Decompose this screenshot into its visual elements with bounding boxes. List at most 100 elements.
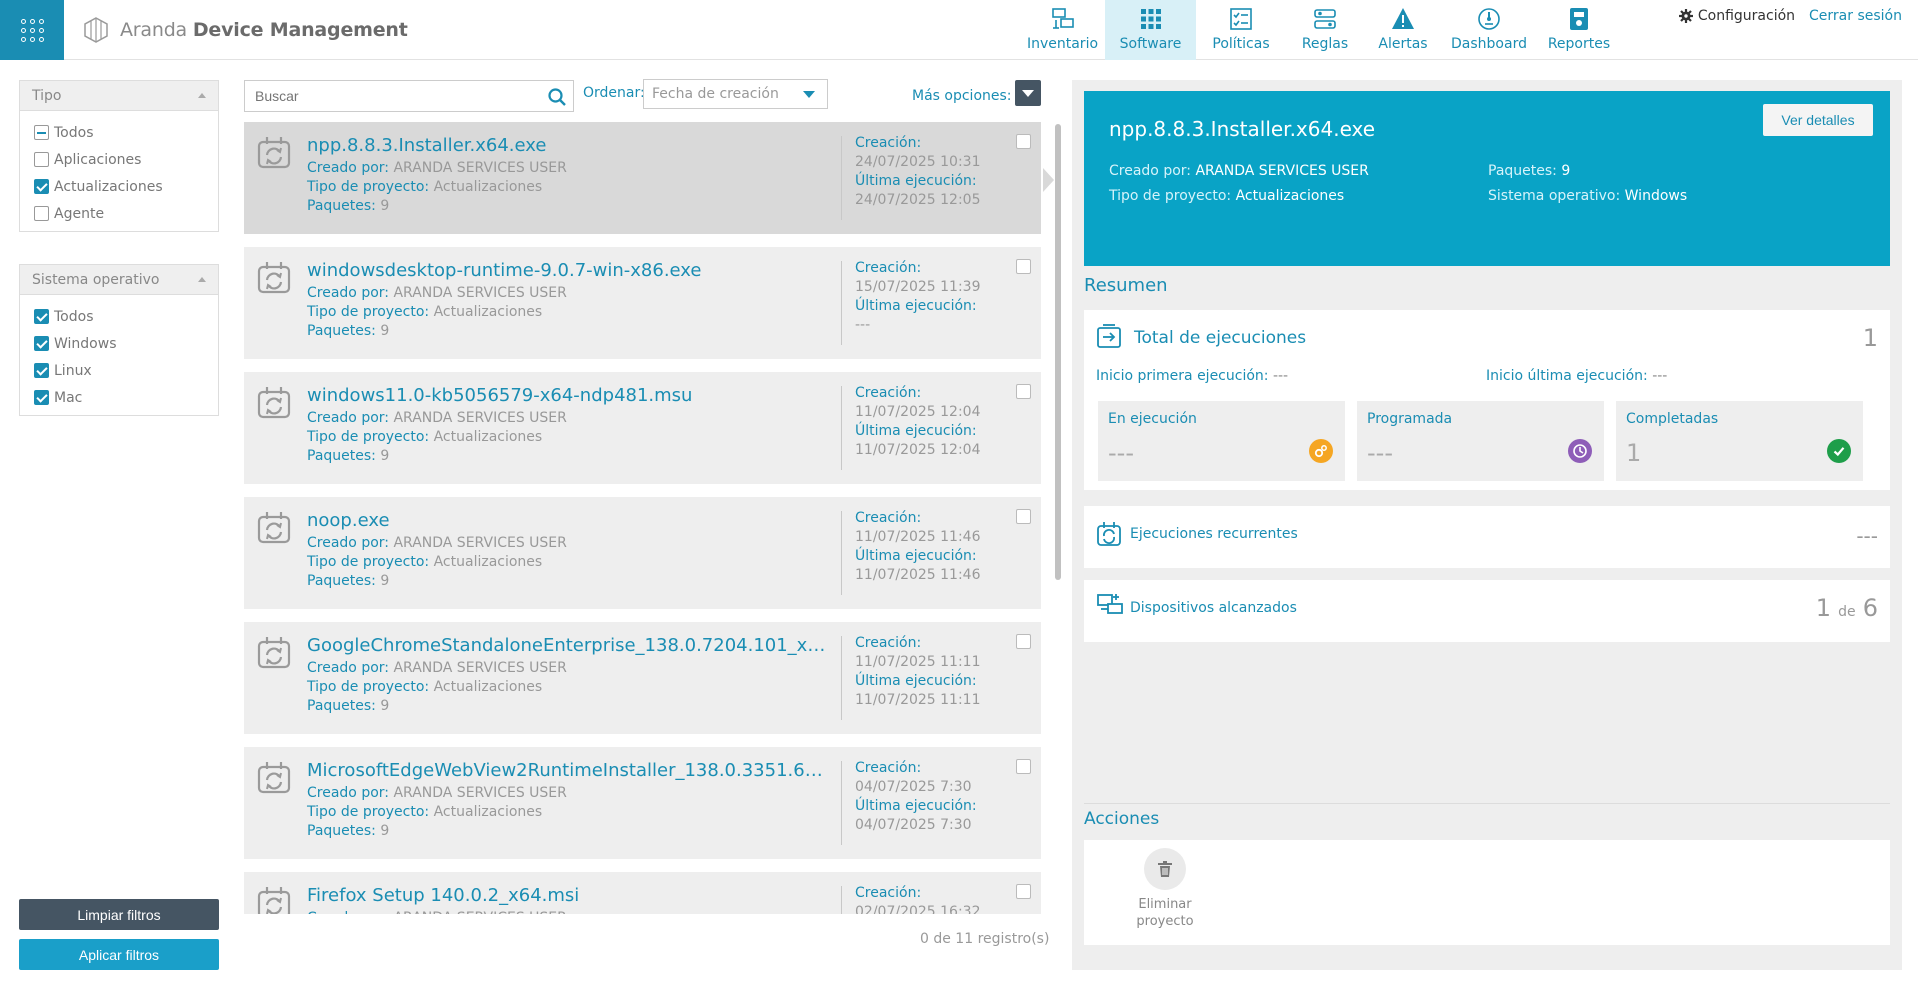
records-count: 0 de 11 registro(s) [920,931,1050,947]
nav-dashboard[interactable]: Dashboard [1442,0,1536,60]
checkbox[interactable] [34,309,49,324]
total-executions-label: Total de ejecuciones [1134,328,1307,348]
checkbox-label: Aplicaciones [54,151,142,168]
project-checkbox[interactable] [1016,884,1031,899]
nav-inventario[interactable]: Inventario [1020,0,1105,60]
app-launcher-button[interactable] [0,0,64,60]
project-card[interactable]: npp.8.8.3.Installer.x64.exe Creado por: A… [244,122,1041,234]
report-icon [1570,8,1588,30]
project-name[interactable]: npp.8.8.3.Installer.x64.exe [307,135,546,156]
delete-project-action[interactable]: Eliminar proyecto [1120,848,1210,930]
nav-reportes[interactable]: Reportes [1536,0,1622,60]
project-name[interactable]: Firefox Setup 140.0.2_x64.msi [307,885,579,906]
order-label: Ordenar: [583,85,645,101]
chevron-down-icon [803,91,815,98]
project-card[interactable]: MicrosoftEdgeWebView2RuntimeInstaller_13… [244,747,1041,859]
filter-so-list: Todos Windows Linux Mac [20,295,218,415]
logout-link[interactable]: Cerrar sesión [1809,8,1902,24]
project-name[interactable]: windows11.0-kb5056579-x64-ndp481.msu [307,385,692,406]
detail-title: npp.8.8.3.Installer.x64.exe [1109,117,1376,141]
apps-grid-icon [20,18,44,42]
project-checkbox[interactable] [1016,759,1031,774]
project-card[interactable]: noop.exe Creado por: ARANDA SERVICES USER… [244,497,1041,609]
collapse-icon [198,93,206,98]
summary-title: Resumen [1084,275,1168,296]
check-circle-icon [1827,439,1851,463]
filter-so: Sistema operativo Todos Windows Linux Mac [19,264,219,416]
checkbox[interactable] [34,179,49,194]
checkbox-label: Todos [54,124,94,141]
filter-tipo-list: Todos Aplicaciones Actualizaciones Agente [20,111,218,231]
nav-alertas[interactable]: Alertas [1364,0,1442,60]
last-exec: Inicio última ejecución: --- [1486,368,1668,384]
project-name[interactable]: noop.exe [307,510,390,531]
checkbox[interactable] [34,363,49,378]
checkbox[interactable] [34,336,49,351]
checkbox[interactable] [34,125,49,140]
project-name[interactable]: MicrosoftEdgeWebView2RuntimeInstaller_13… [307,760,827,781]
project-card[interactable]: Firefox Setup 140.0.2_x64.msi Creado por:… [244,872,1041,914]
recurring-update-icon [256,759,292,795]
project-name[interactable]: GoogleChromeStandaloneEnterprise_138.0.7… [307,635,827,656]
project-checkbox[interactable] [1016,259,1031,274]
filter-option-linux[interactable]: Linux [34,357,204,384]
filter-option-aplicaciones[interactable]: Aplicaciones [34,146,204,173]
filter-option-todos[interactable]: Todos [34,303,204,330]
top-header: Aranda Device Management Inventario Soft… [0,0,1918,60]
grid-icon [1140,9,1161,29]
project-type: Tipo de proyecto: Actualizaciones [307,679,543,695]
brand-logo[interactable]: Aranda Device Management [82,14,408,46]
more-options-button[interactable] [1015,80,1041,106]
apply-filters-button[interactable]: Aplicar filtros [19,939,219,970]
project-card[interactable]: windows11.0-kb5056579-x64-ndp481.msu Crea… [244,372,1041,484]
checklist-icon [1230,8,1252,30]
main-nav: Inventario Software Políticas Reglas Ale… [1020,0,1622,60]
stat-scheduled: Programada --- [1357,401,1604,481]
order-select[interactable]: Fecha de creación [643,79,828,109]
project-name[interactable]: windowsdesktop-runtime-9.0.7-win-x86.exe [307,260,701,281]
execution-icon [1097,324,1121,348]
actions-box: Eliminar proyecto [1084,840,1890,945]
project-dates: Creación: 11/07/2025 12:04 Última ejecució… [855,385,981,458]
filter-option-agente[interactable]: Agente [34,200,204,227]
checkbox-label: Windows [54,335,117,352]
project-card[interactable]: GoogleChromeStandaloneEnterprise_138.0.7… [244,622,1041,734]
view-details-button[interactable]: Ver detalles [1763,104,1873,136]
nav-software[interactable]: Software [1105,0,1196,60]
card-divider [841,136,842,220]
search-input[interactable] [245,81,535,111]
project-checkbox[interactable] [1016,134,1031,149]
list-scrollbar[interactable] [1055,124,1061,580]
filter-option-mac[interactable]: Mac [34,384,204,411]
checkbox[interactable] [34,390,49,405]
nav-reglas[interactable]: Reglas [1286,0,1364,60]
project-packages: Paquetes: 9 [307,198,390,214]
project-checkbox[interactable] [1016,384,1031,399]
project-dates: Creación: 04/07/2025 7:30 Última ejecución… [855,760,977,833]
config-link[interactable]: Configuración [1678,8,1795,24]
project-created-by: Creado por: ARANDA SERVICES USER [307,910,567,914]
detail-panel: npp.8.8.3.Installer.x64.exe Ver detalles… [1072,80,1902,970]
checkbox[interactable] [34,206,49,221]
project-card[interactable]: windowsdesktop-runtime-9.0.7-win-x86.exe… [244,247,1041,359]
project-checkbox[interactable] [1016,634,1031,649]
project-type: Tipo de proyecto: Actualizaciones [307,179,543,195]
stat-completed: Completadas 1 [1616,401,1863,481]
filter-option-actualizaciones[interactable]: Actualizaciones [34,173,204,200]
search-icon[interactable] [547,87,567,107]
filter-tipo-header[interactable]: Tipo [20,81,218,111]
project-checkbox[interactable] [1016,509,1031,524]
alert-icon [1392,8,1414,29]
checkbox[interactable] [34,152,49,167]
more-options-label: Más opciones: [912,88,1012,104]
nav-politicas[interactable]: Políticas [1196,0,1286,60]
filter-option-windows[interactable]: Windows [34,330,204,357]
clear-filters-button[interactable]: Limpiar filtros [19,899,219,930]
aranda-logo-icon [84,17,108,43]
project-type: Tipo de proyecto: Actualizaciones [307,304,543,320]
detail-packages: Paquetes: 9 [1488,163,1571,179]
search-box [244,80,574,112]
filter-so-header[interactable]: Sistema operativo [20,265,218,295]
devices-icon [1097,594,1123,614]
filter-option-todos[interactable]: Todos [34,119,204,146]
